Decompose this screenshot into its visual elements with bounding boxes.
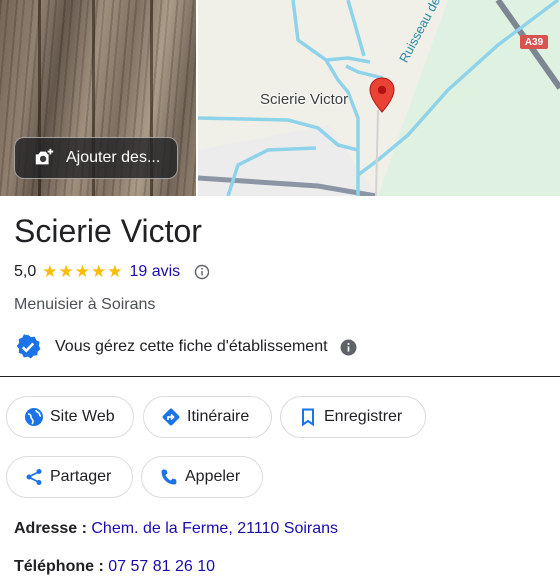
directions-icon	[162, 408, 180, 426]
add-photo-icon	[35, 148, 54, 165]
directions-button[interactable]: Itinéraire	[143, 396, 272, 438]
phone-icon	[161, 469, 177, 485]
website-label: Site Web	[50, 408, 115, 425]
reviews-link[interactable]: 19 avis	[129, 263, 180, 281]
address-link[interactable]: Chem. de la Ferme, 21110 Soirans	[91, 520, 338, 537]
rating-row: 5,0 ★★★★★ 19 avis	[14, 262, 210, 282]
add-photos-label: Ajouter des...	[66, 149, 161, 166]
map-place-label: Scierie Victor	[260, 91, 349, 108]
globe-icon	[25, 408, 43, 426]
call-button[interactable]: Appeler	[141, 456, 263, 498]
address-label: Adresse :	[14, 520, 87, 537]
save-button[interactable]: Enregistrer	[280, 396, 426, 438]
map-canvas	[198, 0, 560, 196]
verified-badge-icon	[16, 334, 41, 359]
share-label: Partager	[50, 468, 112, 485]
rating-value: 5,0	[14, 263, 37, 280]
info-icon[interactable]	[194, 264, 210, 280]
manage-text: Vous gérez cette fiche d'établissement	[55, 338, 328, 355]
divider	[0, 376, 560, 377]
rating-stars: ★★★★★	[42, 262, 124, 281]
share-button[interactable]: Partager	[6, 456, 133, 498]
call-label: Appeler	[185, 468, 241, 485]
manage-notice: Vous gérez cette fiche d'établissement	[14, 333, 357, 361]
website-button[interactable]: Site Web	[6, 396, 134, 438]
info-icon[interactable]	[340, 339, 357, 356]
road-badge: A39	[520, 35, 548, 49]
map-preview[interactable]: Scierie Victor A39 Ruisseau de la Dame	[198, 0, 560, 196]
business-photo[interactable]: Ajouter des...	[0, 0, 196, 196]
save-label: Enregistrer	[324, 408, 403, 425]
address-row: Adresse : Chem. de la Ferme, 21110 Soira…	[14, 520, 338, 538]
share-icon	[26, 469, 42, 485]
bookmark-icon	[302, 408, 314, 427]
business-category: Menuisier à Soirans	[14, 296, 156, 313]
directions-label: Itinéraire	[187, 408, 250, 425]
map-pin-icon[interactable]	[369, 77, 395, 113]
phone-label: Téléphone :	[14, 558, 104, 575]
header-media: Ajouter des... Scierie Victor A39 Ruisse…	[0, 0, 560, 196]
business-name: Scierie Victor	[14, 213, 202, 249]
add-photos-button[interactable]: Ajouter des...	[14, 137, 178, 179]
phone-link[interactable]: 07 57 81 26 10	[108, 558, 215, 575]
phone-row: Téléphone : 07 57 81 26 10	[14, 558, 215, 576]
